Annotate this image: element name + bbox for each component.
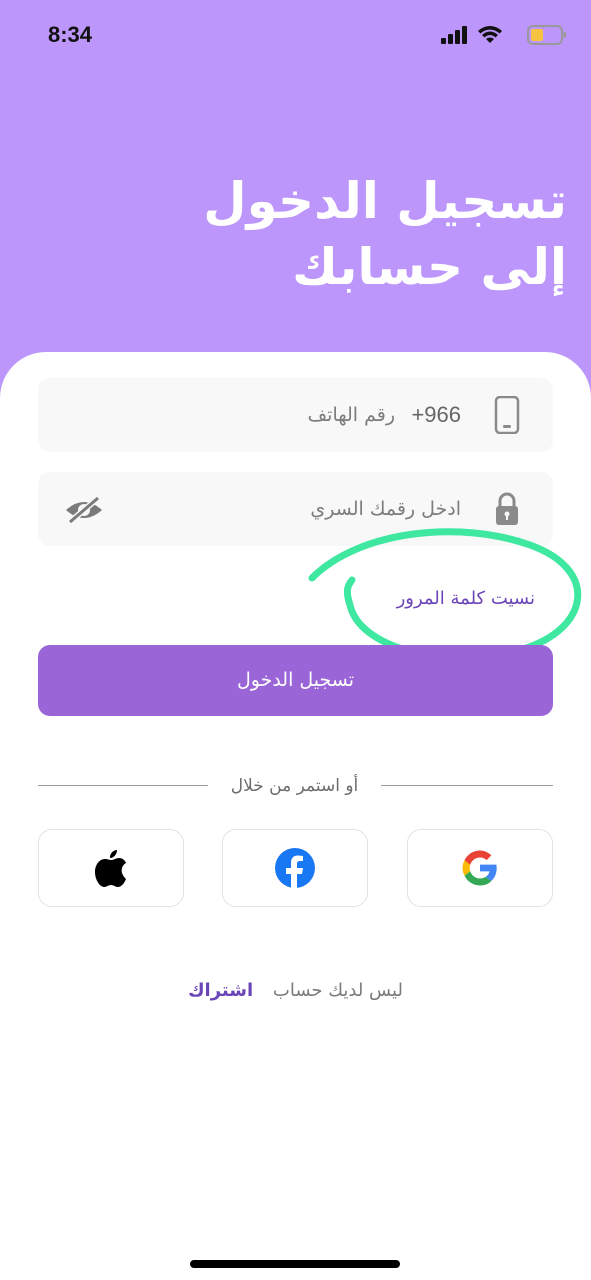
eye-off-icon[interactable]	[64, 494, 104, 526]
page-title-line1: تسجيل الدخول	[203, 172, 567, 230]
facebook-login-button[interactable]	[222, 829, 368, 907]
page-title: تسجيل الدخول إلى حسابك	[67, 168, 567, 300]
wifi-icon	[478, 26, 502, 43]
password-field[interactable]: ادخل رقمك السري	[38, 472, 553, 546]
password-placeholder: ادخل رقمك السري	[310, 498, 461, 520]
page-title-line2: إلى حسابك	[292, 238, 567, 296]
signup-row: ليس لديك حساب اشتراك	[0, 980, 591, 1001]
google-login-button[interactable]	[407, 829, 553, 907]
phone-placeholder: رقم الهاتف	[307, 404, 395, 426]
signup-question: ليس لديك حساب	[272, 980, 403, 1001]
divider: أو استمر من خلال	[38, 772, 553, 800]
login-button[interactable]: تسجيل الدخول	[38, 645, 553, 716]
apple-icon	[95, 850, 126, 887]
divider-text: أو استمر من خلال	[230, 776, 359, 796]
phone-field[interactable]: +966 رقم الهاتف	[38, 378, 553, 452]
status-time: 8:34	[48, 22, 93, 47]
battery-icon	[527, 25, 566, 45]
lock-icon	[496, 492, 518, 525]
login-card: +966 رقم الهاتف ادخل رقمك السري نسيت كلم…	[0, 352, 591, 1280]
country-code: +966	[411, 402, 461, 427]
status-bar: 8:34	[0, 0, 591, 72]
home-indicator[interactable]	[190, 1260, 400, 1268]
divider-line-left	[38, 785, 208, 786]
apple-login-button[interactable]	[38, 829, 184, 907]
status-icons	[437, 24, 567, 48]
facebook-icon	[275, 848, 315, 888]
google-icon	[462, 850, 497, 886]
divider-line-right	[381, 785, 553, 786]
signup-link[interactable]: اشتراك	[188, 980, 253, 1001]
forgot-password-link[interactable]: نسيت كلمة المرور	[397, 588, 535, 609]
phone-icon	[494, 396, 520, 434]
cellular-signal-icon	[441, 26, 467, 44]
